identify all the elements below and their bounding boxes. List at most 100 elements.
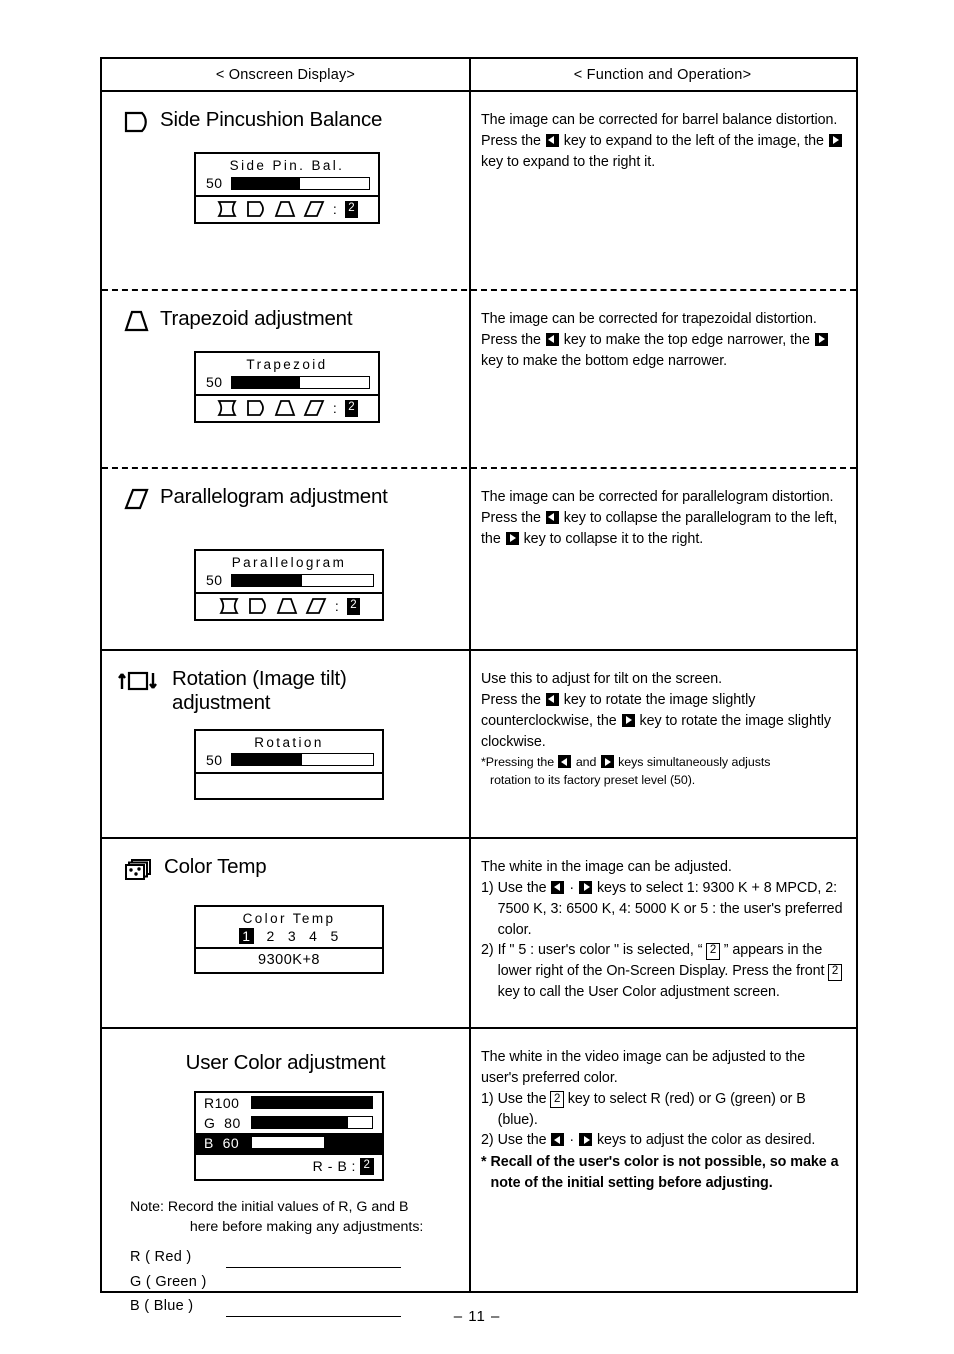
osd-value: 50 [206,572,223,588]
user-color-key: G 80 [204,1114,241,1131]
key-2-icon: 2 [550,1091,564,1109]
user-color-footer-colon: : [351,1158,356,1175]
osd-box-trapezoid: Trapezoid 50: 2 [194,351,380,423]
osd-label: Trapezoid [246,357,328,372]
rgb-field-row: R ( Red ) [130,1247,469,1268]
description-list-item: 2) Use the · keys to adjust the color as… [481,1130,844,1151]
item-title: Side Pincushion Balance [160,108,383,131]
item-title: User Color adjustment [185,1051,386,1074]
user-color-bar-red [251,1096,373,1110]
trapezoid-shape [274,201,296,217]
right-arrow-key-icon [814,332,828,346]
item-title: Rotation (Image tilt) adjustment [172,667,347,714]
right-arrow-key-icon [600,755,614,769]
parallelogram-icon [124,485,150,515]
osd-key-2: 2 [344,399,359,417]
rgb-field-label: R ( Red ) [130,1249,192,1266]
rgb-write-in-line[interactable] [226,1279,401,1293]
osd-cell-parallelogram: Parallelogram adjustment Parallelogram 5… [102,469,469,649]
color-temp-option-4[interactable]: 4 [309,928,317,944]
osd-function-table: < Onscreen Display> < Function and Opera… [100,57,858,1317]
item-heading-rotation: Rotation (Image tilt) adjustment [102,651,469,715]
osd-color-temp-options: 1 2 3 4 5 [196,927,382,947]
left-arrow-key-icon [545,133,559,147]
description-text: The white in the video image can be adju… [481,1047,844,1194]
page-number: – 11 – [453,1308,501,1325]
user-color-bar-blue [251,1136,373,1150]
user-color-note: Note: Record the initial values of R, G … [130,1197,469,1317]
osd-box-side-pin-bal: Side Pin. Bal. 50: 2 [194,152,380,224]
side-pin-balance-shape [246,201,264,217]
osd-cell-side-pincushion-balance: Side Pincushion Balance Side Pin. Bal. 5… [102,92,469,289]
color-temp-option-3[interactable]: 3 [288,928,296,944]
description-cell-side-pincushion-balance: The image can be corrected for barrel ba… [469,92,856,289]
color-temp-option-5[interactable]: 5 [330,928,338,944]
trapezoid-shape [274,400,296,416]
left-arrow-key-icon [545,510,559,524]
osd-cell-color-temp: Color Temp Color Temp 1 2 3 4 5 9300K+8 [102,839,469,1027]
description-text: The white in the image can be adjusted. … [481,857,844,1003]
side-pincushion-balance-icon [124,108,150,138]
osd-value: 50 [206,374,223,390]
osd-progress-bar [230,375,370,389]
osd-label: Color Temp [242,911,336,926]
table-row-user-color-adjustment: User Color adjustment R100 G 80 B 60 R -… [102,1029,856,1328]
description-paragraph: Press the key to rotate the image slight… [481,691,831,750]
color-temp-option-2[interactable]: 2 [267,928,275,944]
description-paragraph: The image can be corrected for trapezoid… [481,311,817,327]
left-arrow-key-icon [545,332,559,346]
left-arrow-key-icon [545,692,559,706]
description-text: Use this to adjust for tilt on the scree… [481,669,844,789]
user-color-key: B 60 [204,1134,240,1151]
right-arrow-key-icon [505,531,519,545]
right-arrow-key-icon [621,713,635,727]
osd-box-user-color: R100 G 80 B 60 R - B : 2 [194,1090,384,1181]
rgb-write-in-line[interactable] [226,1255,401,1268]
right-arrow-key-icon [828,133,842,147]
description-paragraph: Use this to adjust for tilt on the scree… [481,671,723,687]
osd-box-color-temp: Color Temp 1 2 3 4 5 9300K+8 [194,905,384,974]
table-row-color-temp: Color Temp Color Temp 1 2 3 4 5 9300K+8 [102,839,856,1029]
right-arrow-key-icon [579,1133,593,1147]
osd-progress-bar [230,753,374,767]
rgb-field-label: G ( Green ) [130,1273,207,1290]
osd-shape-legend: : 2 [196,396,378,421]
color-temp-option-1[interactable]: 1 [239,928,254,944]
osd-label: Side Pin. Bal. [229,158,345,173]
osd-shape-legend: : 2 [196,197,378,222]
user-color-bar-green [251,1116,373,1130]
trapezoid-shape [276,598,298,614]
left-arrow-key-icon [551,880,565,894]
osd-key-2: 2 [344,200,359,218]
pincushion-shape [219,598,239,614]
description-cell-parallelogram: The image can be corrected for parallelo… [469,469,856,649]
header-function-operation: < Function and Operation> [573,66,752,83]
document-page: < Onscreen Display> < Function and Opera… [0,0,954,1354]
description-text: The image can be corrected for barrel ba… [481,110,844,173]
description-list-item: 2) If " 5 : user's color " is selected, … [481,940,844,1003]
item-title: Color Temp [164,855,267,878]
osd-label: Parallelogram [231,555,347,570]
osd-box-parallelogram: Parallelogram 50: 2 [194,549,384,621]
osd-colon: : [334,598,339,614]
osd-empty-row [196,774,382,798]
description-cell-rotation: Use this to adjust for tilt on the scree… [469,651,856,837]
table-row-parallelogram-adjustment: Parallelogram adjustment Parallelogram 5… [102,469,856,651]
osd-key-2: 2 [360,1157,374,1175]
side-pin-balance-shape [248,598,266,614]
item-heading-parallelogram: Parallelogram adjustment [102,469,469,515]
osd-value: 50 [206,175,223,191]
osd-progress-bar [230,176,370,190]
osd-box-rotation: Rotation 50 [194,728,384,800]
rgb-record-fields: R ( Red ) G ( Green ) B ( Blue ) [130,1247,469,1317]
osd-cell-rotation: Rotation (Image tilt) adjustment Rotatio… [102,651,469,837]
osd-label: Rotation [254,734,324,750]
description-intro: The white in the image can be adjusted. [481,859,732,875]
list-text: Use the 2 key to select R (red) or G (gr… [497,1090,806,1128]
description-warning: * Recall of the user's color is not poss… [481,1152,844,1194]
osd-color-temp-value: 9300K+8 [258,952,320,968]
osd-progress-bar [230,573,374,587]
description-list-item: 1) Use the · keys to select 1: 9300 K + … [481,878,844,941]
item-heading-user-color: User Color adjustment [102,1029,469,1075]
user-color-footer-label: R - B [312,1158,348,1175]
